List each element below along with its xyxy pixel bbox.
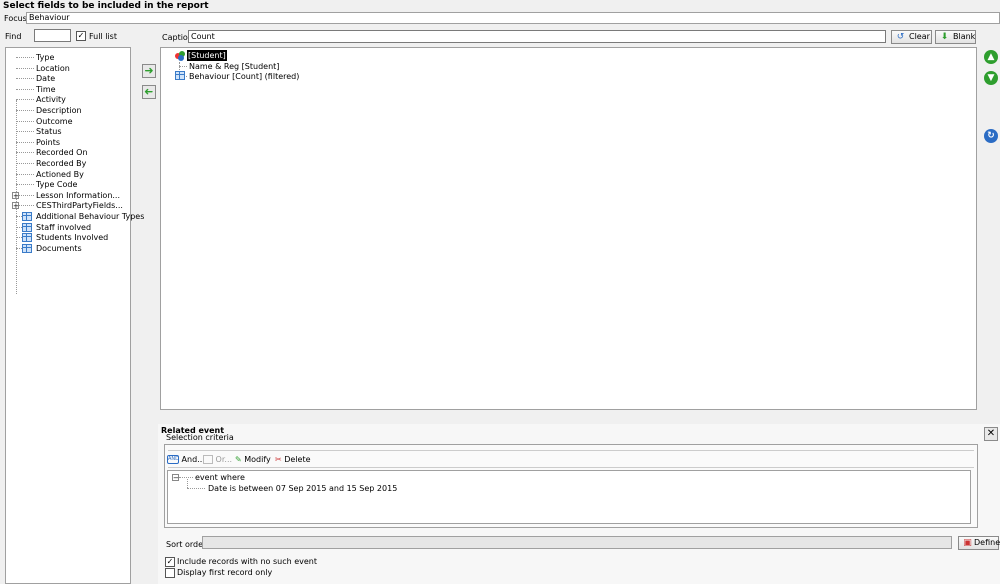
sort-order-label: Sort order: [166, 540, 207, 549]
expand-icon[interactable]: +: [12, 202, 19, 210]
sort-order-field: [202, 536, 952, 549]
field-tree-item-label: Status: [36, 127, 62, 137]
criteria-date-range[interactable]: Date is between 07 Sep 2015 and 15 Sep 2…: [208, 483, 397, 494]
field-tree-item-label: Additional Behaviour Types: [36, 212, 145, 221]
expand-icon[interactable]: +: [12, 191, 19, 199]
collapse-icon[interactable]: −: [172, 474, 179, 482]
delete-button-label: Delete: [284, 455, 311, 464]
delete-button[interactable]: ✂ Delete: [275, 455, 311, 465]
find-input[interactable]: [34, 29, 71, 42]
or-button[interactable]: Or...: [203, 455, 232, 465]
table-icon: [22, 212, 32, 221]
field-tree-item-label: Recorded On: [36, 148, 88, 158]
blank-button[interactable]: ⬇ Blank: [935, 30, 976, 44]
or-icon: [203, 455, 213, 464]
student-group-icon: [175, 51, 185, 61]
field-tree-item-label: Activity: [36, 95, 66, 105]
include-no-event-label: Include records with no such event: [177, 557, 317, 566]
define-button[interactable]: ▣ Define: [958, 536, 1000, 550]
criteria-tree[interactable]: − event where Date is between 07 Sep 201…: [167, 470, 971, 524]
field-tree-item-label: Staff involved: [36, 222, 92, 232]
modify-button[interactable]: ✎ Modify: [235, 455, 271, 465]
selection-criteria-label: Selection criteria: [166, 433, 234, 442]
and-icon: AND: [167, 455, 180, 464]
selected-field-item[interactable]: Behaviour [Count] (filtered): [189, 71, 299, 82]
include-no-event-checkbox[interactable]: ✓: [165, 557, 175, 567]
selected-root-item[interactable]: [Student]: [187, 50, 227, 61]
close-related-event-button[interactable]: ✕: [984, 427, 998, 441]
table-icon: [22, 243, 32, 253]
field-tree-item-label: Time: [36, 84, 56, 94]
add-field-button[interactable]: ➜: [142, 64, 156, 78]
arrow-right-icon: ➜: [144, 64, 154, 77]
arrow-up-icon: ▲: [987, 52, 995, 62]
table-icon: [22, 222, 32, 232]
field-tree-item-label: Type: [36, 53, 55, 62]
delete-icon: ✂: [275, 455, 282, 464]
define-button-label: Define: [974, 538, 1000, 547]
field-tree-item-label: Outcome: [36, 116, 73, 126]
field-tree-item-label: Actioned By: [36, 169, 84, 179]
find-label: Find: [5, 32, 22, 41]
arrow-down-icon: ▼: [987, 73, 995, 83]
selected-fields-tree[interactable]: [Student] Name & Reg [Student] Behaviour…: [160, 47, 977, 410]
dialog-title: Select fields to be included in the repo…: [3, 1, 209, 11]
field-tree-item-label: Lesson Information...: [36, 190, 121, 200]
blank-button-label: Blank: [953, 32, 976, 41]
focus-label: Focus: [4, 14, 27, 23]
or-button-label: Or...: [215, 455, 233, 464]
criteria-root[interactable]: event where: [195, 472, 245, 483]
move-up-button[interactable]: ▲: [984, 50, 998, 64]
field-tree-item-label: Points: [36, 137, 61, 147]
pencil-icon: ✎: [235, 455, 242, 464]
field-tree-item-label: Documents: [36, 243, 82, 253]
remove-field-button[interactable]: ➜: [142, 85, 156, 99]
table-icon: [22, 233, 32, 243]
full-list-label: Full list: [89, 32, 117, 41]
define-icon: ▣: [963, 538, 972, 548]
available-fields-tree[interactable]: Type Location Date Time Activity Description O…: [5, 47, 144, 584]
download-icon: ⬇: [940, 32, 949, 42]
caption-input[interactable]: Count: [188, 30, 886, 43]
field-tree-item-label: CESThirdPartyFields...: [36, 201, 123, 211]
and-button[interactable]: AND And...: [167, 455, 205, 465]
field-tree-item-label: Description: [36, 106, 82, 115]
clear-button-label: Clear: [909, 32, 930, 41]
first-record-only-label: Display first record only: [177, 568, 273, 577]
table-icon: [175, 71, 185, 80]
field-tree-item-label: Students Involved: [36, 233, 109, 243]
close-icon: ✕: [986, 428, 996, 439]
field-tree-item-label: Location: [36, 63, 70, 73]
refresh-icon: ↻: [987, 131, 995, 141]
focus-field[interactable]: Behaviour: [26, 12, 1000, 24]
undo-icon: ↺: [896, 32, 905, 42]
field-tree-item-label: Type Code: [36, 180, 78, 190]
clear-button[interactable]: ↺ Clear: [891, 30, 932, 44]
move-down-button[interactable]: ▼: [984, 71, 998, 85]
field-tree-item-label: Recorded By: [36, 159, 87, 168]
full-list-checkbox[interactable]: ✓: [76, 31, 86, 41]
first-record-only-checkbox[interactable]: [165, 568, 175, 578]
field-tree-item-label: Date: [36, 74, 56, 84]
refresh-button[interactable]: ↻: [984, 129, 998, 143]
modify-button-label: Modify: [244, 455, 271, 464]
and-button-label: And...: [181, 455, 205, 464]
arrow-left-icon: ➜: [144, 85, 154, 98]
